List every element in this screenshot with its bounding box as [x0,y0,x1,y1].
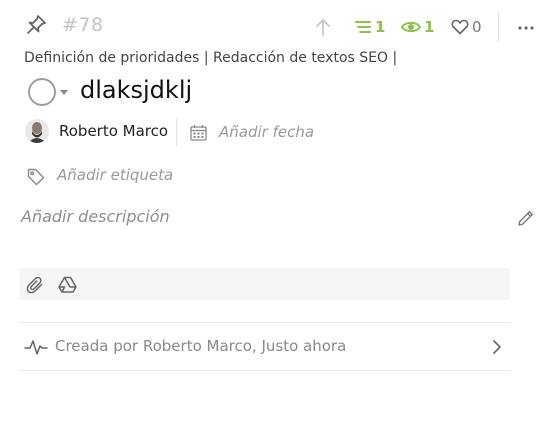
tag-icon[interactable] [27,168,45,186]
status-selector[interactable] [27,77,68,107]
likes-count: 0 [472,18,482,36]
activity-pulse-icon [24,338,48,356]
heart-icon [451,19,469,35]
subtasks-list-icon [354,19,372,35]
google-drive-icon[interactable] [58,276,77,293]
edit-pencil-icon[interactable] [517,209,535,227]
header-divider [498,12,499,42]
subtasks-count: 1 [375,18,386,36]
attachments-bar [19,268,510,300]
breadcrumb[interactable]: Definición de prioridades | Redacción de… [24,50,397,66]
likes-counter[interactable]: 0 [451,18,482,36]
add-date-button[interactable]: Añadir fecha [219,123,314,141]
chevron-right-icon[interactable] [492,339,502,355]
paperclip-icon[interactable] [26,276,44,294]
calendar-icon[interactable] [190,124,207,141]
task-title[interactable]: dlaksjdklj [80,76,192,104]
followers-count: 1 [424,18,435,36]
description-field[interactable]: Añadir descripción [21,207,170,226]
activity-entry[interactable]: Creada por Roberto Marco, Justo ahora [55,337,346,355]
task-id: #78 [62,14,104,36]
followers-counter[interactable]: 1 [401,18,434,36]
assignee-divider [176,119,177,147]
activity-divider-top [19,322,510,323]
avatar[interactable] [25,119,49,143]
add-tag-button[interactable]: Añadir etiqueta [57,166,173,184]
activity-divider-bottom [19,370,510,371]
pin-icon[interactable] [25,14,47,36]
more-icon[interactable] [518,26,534,30]
upvote-arrow-icon[interactable] [314,17,332,37]
assignee-name[interactable]: Roberto Marco [59,122,168,140]
caret-down-icon [60,89,68,95]
eye-icon [401,20,421,34]
status-circle-icon [27,77,57,107]
subtasks-counter[interactable]: 1 [354,18,385,36]
